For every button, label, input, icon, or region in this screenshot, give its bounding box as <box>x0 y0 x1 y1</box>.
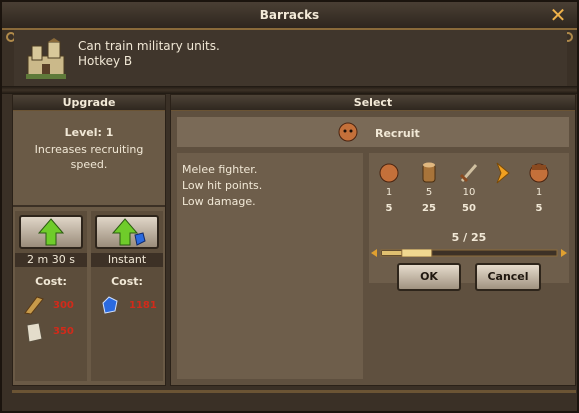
window-title: Barracks <box>259 8 320 22</box>
stat-value: 1 <box>535 187 543 198</box>
stat-iron: 10 50 <box>451 157 487 237</box>
gem-icon <box>102 296 118 314</box>
section-divider <box>2 86 577 94</box>
cost-label: Cost: <box>111 275 143 288</box>
upgrade-timed-button[interactable] <box>19 215 83 249</box>
building-hotkey: Hotkey B <box>78 54 133 68</box>
select-panel: Select Recruit Melee fighter. Low hit po… <box>170 94 576 386</box>
description-line: Melee fighter. <box>182 163 258 176</box>
cost-row-wood: 300 <box>23 295 74 315</box>
building-info: Can train military units. Hotkey B <box>14 30 567 86</box>
unit-title-bar: Recruit <box>177 117 569 147</box>
stone-icon <box>26 322 43 343</box>
cost-row-stone: 350 <box>23 321 74 343</box>
upgrade-level: Level: 1 <box>64 126 114 139</box>
cancel-button[interactable]: Cancel <box>475 263 541 291</box>
stat-value: 5 <box>425 187 433 198</box>
stat-wood: 5 25 <box>411 157 447 237</box>
upgrade-instant-button[interactable] <box>95 215 159 249</box>
cost-label: Cost: <box>35 275 67 288</box>
unit-description: Melee fighter. Low hit points. Low damag… <box>177 153 363 379</box>
title-bar: Barracks ✕ <box>2 2 577 30</box>
upgrade-time: Instant <box>91 253 163 267</box>
description-line: Low damage. <box>182 195 256 208</box>
upgrade-description: Increases recruiting speed. <box>34 143 144 171</box>
cost-value: 1181 <box>129 300 157 311</box>
recruit-portrait-icon <box>338 122 358 142</box>
quantity-text: 5 / 25 <box>451 231 487 244</box>
wood-icon <box>24 296 44 315</box>
cost-value: 350 <box>53 326 74 337</box>
stat-total: 50 <box>462 203 476 214</box>
upgrade-divider <box>13 205 165 207</box>
green-arrow-up-icon <box>37 218 65 246</box>
upgrade-header: Upgrade <box>13 95 165 111</box>
footer-border <box>12 390 576 393</box>
stat-population: 1 5 <box>371 157 407 237</box>
barracks-building-icon <box>26 38 66 79</box>
wood-log-icon <box>422 162 436 183</box>
cost-value: 300 <box>53 300 74 311</box>
slider-left-arrow-icon <box>371 249 377 257</box>
stat-arrow <box>485 157 521 237</box>
upgrade-option-instant: Instant Cost: 1181 <box>91 211 163 381</box>
stat-total: 5 <box>385 203 393 214</box>
select-header: Select <box>171 95 575 111</box>
slider-right-arrow-icon <box>561 249 567 257</box>
barracks-window: Barracks ✕ Can train military units. Hot… <box>0 0 579 413</box>
stat-value: 10 <box>462 187 476 198</box>
stat-total: 25 <box>422 203 436 214</box>
stat-units: 1 5 <box>521 157 557 237</box>
description-line: Low hit points. <box>182 179 263 192</box>
sword-icon <box>459 164 478 183</box>
cost-row-gem: 1181 <box>99 295 157 315</box>
stat-total: 5 <box>535 203 543 214</box>
ok-button[interactable]: OK <box>397 263 461 291</box>
upgrade-panel: Upgrade Level: 1 Increases recruiting sp… <box>12 94 166 386</box>
population-face-icon <box>379 163 399 183</box>
close-icon[interactable]: ✕ <box>548 5 568 25</box>
unit-name: Recruit <box>375 127 420 140</box>
quantity-selector: 5 / 25 <box>369 231 569 259</box>
building-description: Can train military units. <box>78 39 220 53</box>
quantity-slider[interactable] <box>371 249 567 257</box>
green-arrow-gem-icon <box>111 218 146 246</box>
slider-knob <box>401 249 433 257</box>
upgrade-option-timed: 2 m 30 s Cost: 300 350 <box>15 211 87 381</box>
upgrade-time: 2 m 30 s <box>15 253 87 267</box>
stat-value: 1 <box>385 187 393 198</box>
recruit-face-icon <box>529 163 549 183</box>
arrow-right-icon <box>496 162 510 184</box>
